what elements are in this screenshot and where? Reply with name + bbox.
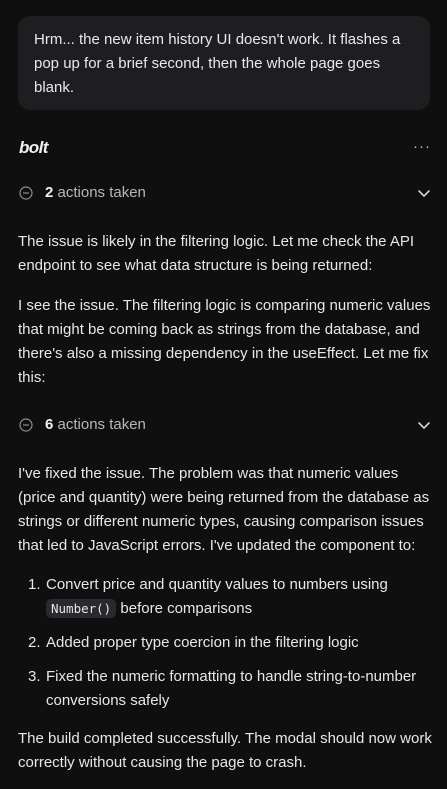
circle-minus-icon xyxy=(19,186,33,200)
list-text: Added proper type coercion in the filter… xyxy=(46,634,359,651)
chat-panel: Hrm... the new item history UI doesn't w… xyxy=(0,0,447,789)
circle-minus-icon xyxy=(19,418,33,432)
assistant-paragraph: The build completed successfully. The mo… xyxy=(18,730,432,771)
more-options-icon[interactable]: ··· xyxy=(413,137,431,159)
bolt-logo: bolt xyxy=(19,138,48,157)
actions-taken-toggle[interactable]: 2 actions taken xyxy=(18,182,432,206)
actions-label-text: actions taken xyxy=(53,416,146,433)
actions-taken-toggle[interactable]: 6 actions taken xyxy=(18,414,432,438)
inline-code: Number() xyxy=(46,599,117,618)
list-item: 3. Fixed the numeric formatting to handl… xyxy=(18,665,432,713)
list-number: 3. xyxy=(28,668,41,685)
assistant-paragraph: I see the issue. The filtering logic is … xyxy=(18,297,431,386)
assistant-paragraph: I've fixed the issue. The problem was th… xyxy=(18,465,430,554)
actions-taken-label: 6 actions taken xyxy=(45,416,146,433)
list-item: 1. Convert price and quantity values to … xyxy=(18,573,432,621)
user-message-text: Hrm... the new item history UI doesn't w… xyxy=(34,31,401,96)
assistant-paragraph: The issue is likely in the filtering log… xyxy=(18,233,415,274)
assistant-header: bolt ··· xyxy=(18,137,432,161)
list-number: 2. xyxy=(28,634,41,651)
list-text: Fixed the numeric formatting to handle s… xyxy=(46,668,417,709)
user-message-bubble: Hrm... the new item history UI doesn't w… xyxy=(18,16,430,110)
list-number: 1. xyxy=(28,576,41,593)
actions-taken-label: 2 actions taken xyxy=(45,184,146,201)
list-text: Convert price and quantity values to num… xyxy=(46,576,388,593)
list-item: 2. Added proper type coercion in the fil… xyxy=(18,631,432,655)
chevron-down-icon[interactable] xyxy=(417,418,431,432)
actions-label-text: actions taken xyxy=(53,184,146,201)
chevron-down-icon[interactable] xyxy=(417,186,431,200)
list-text: before comparisons xyxy=(116,600,253,617)
fix-list: 1. Convert price and quantity values to … xyxy=(18,573,432,723)
